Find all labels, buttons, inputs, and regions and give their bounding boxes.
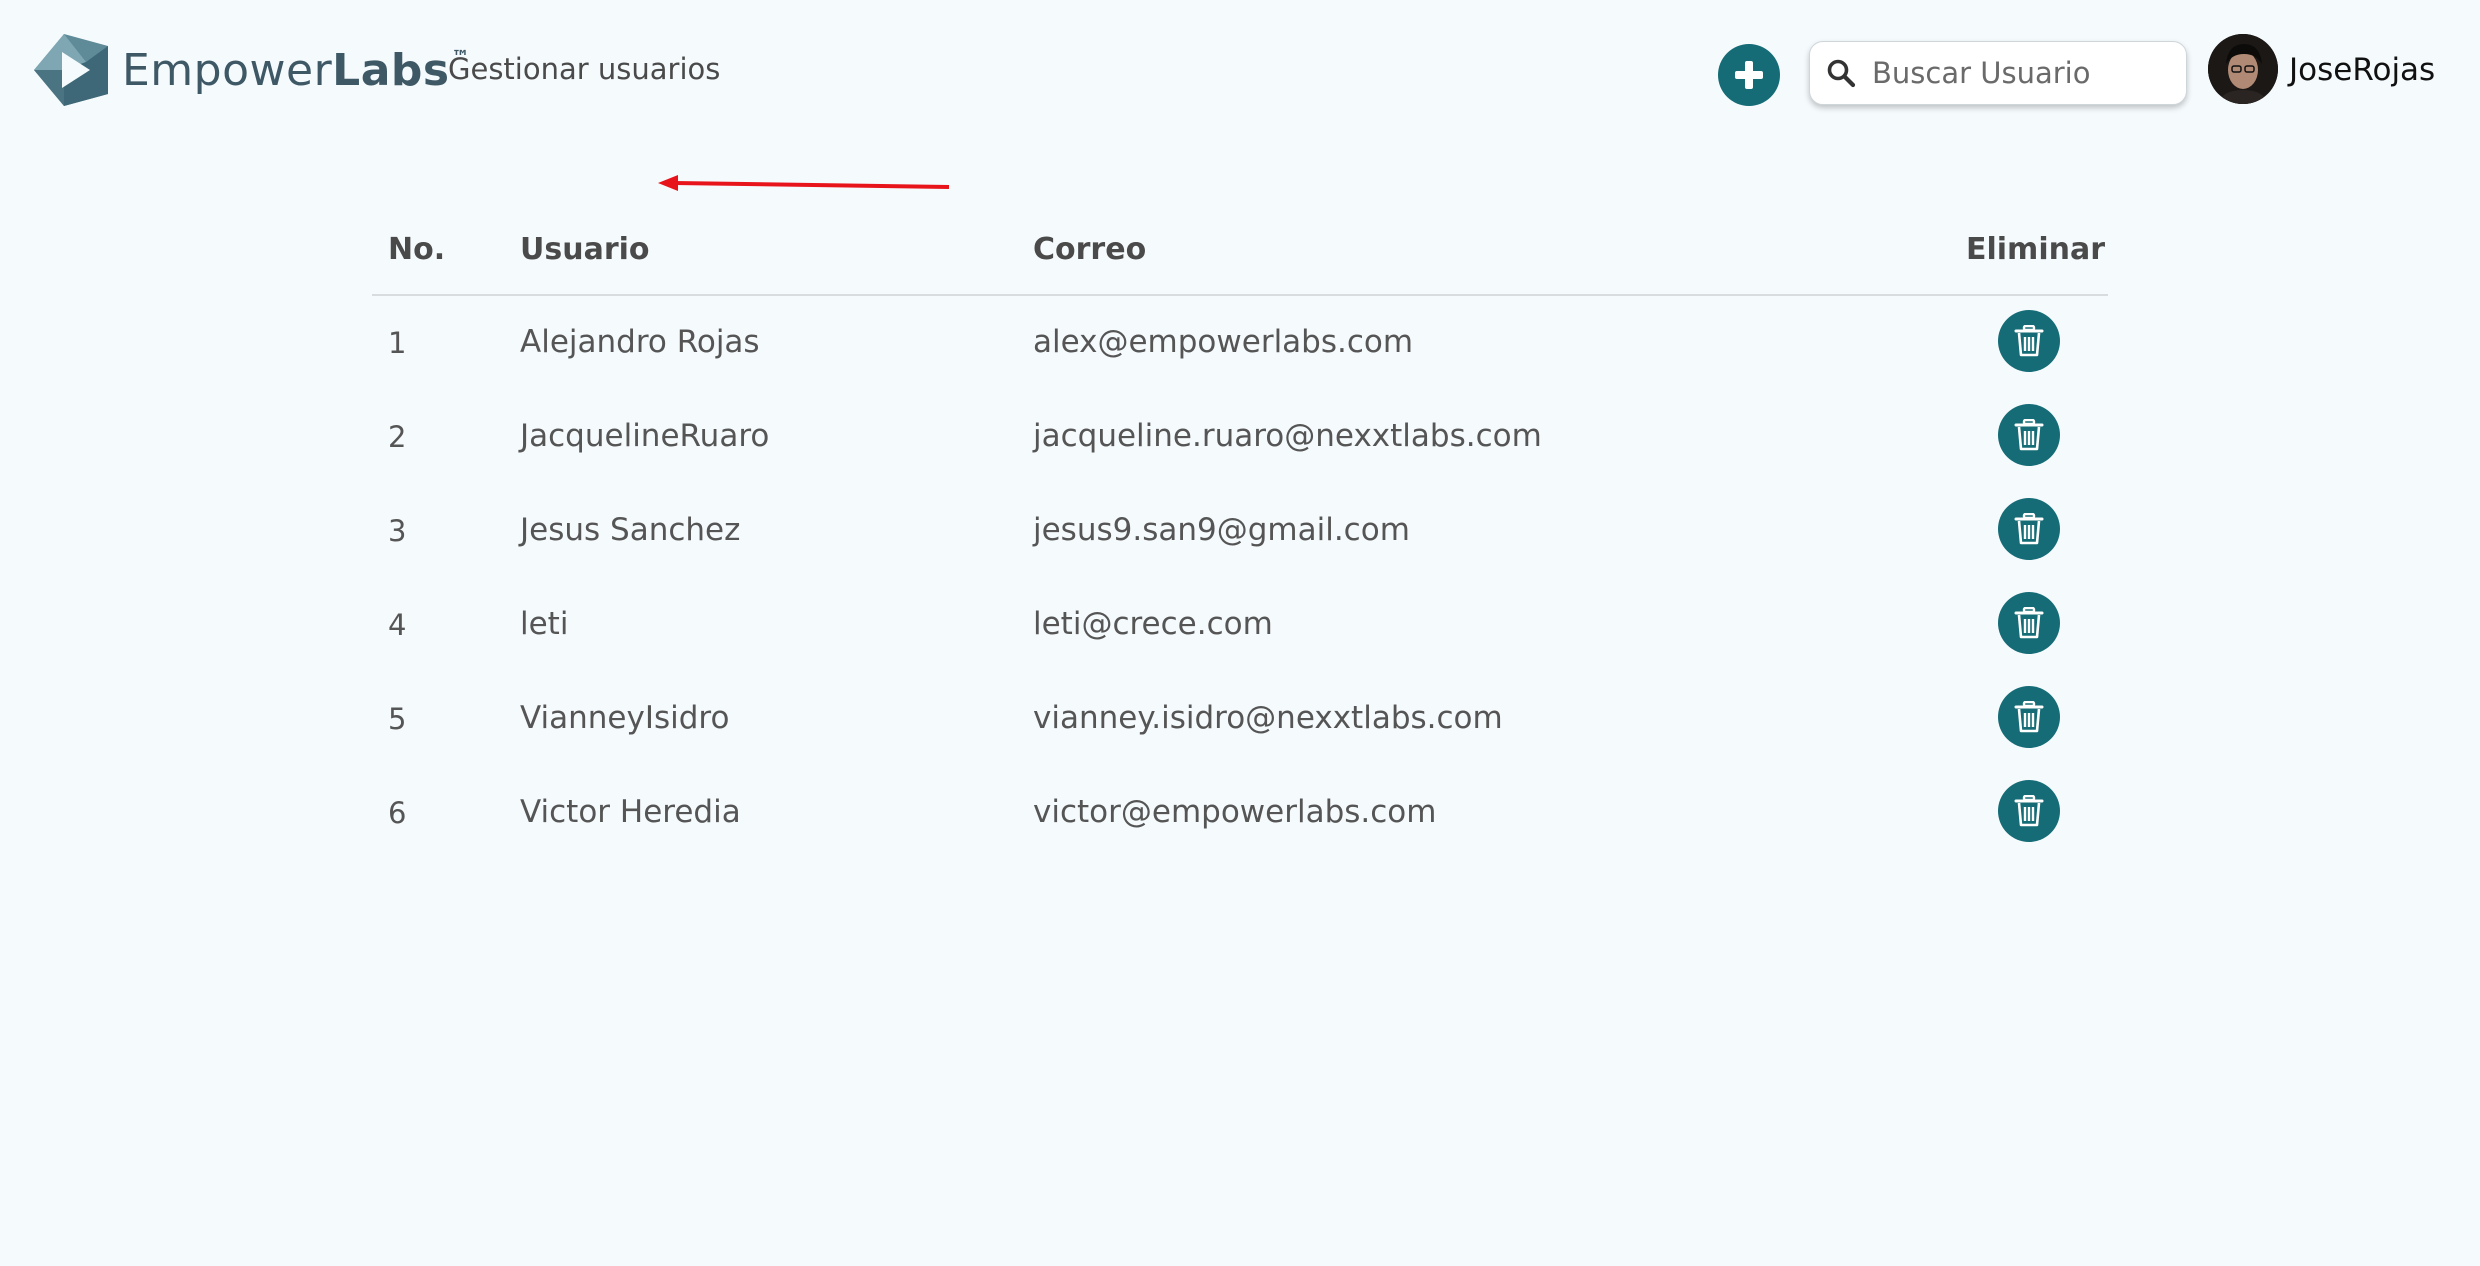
user-avatar[interactable]: [2208, 34, 2278, 104]
row-number: 6: [388, 796, 407, 830]
row-number: 1: [388, 326, 407, 360]
users-table: No. Usuario Correo Eliminar 1 Alejandro …: [372, 222, 2108, 860]
table-row: 2 JacquelineRuaro jacqueline.ruaro@nexxt…: [372, 390, 2108, 484]
delete-user-button[interactable]: [1998, 404, 2060, 466]
row-email: vianney.isidro@nexxtlabs.com: [1033, 700, 1503, 736]
red-arrow-icon: [658, 175, 950, 191]
table-row: 5 VianneyIsidro vianney.isidro@nexxtlabs…: [372, 672, 2108, 766]
table-row: 4 leti leti@crece.com: [372, 578, 2108, 672]
search-icon: [1827, 59, 1856, 88]
search-input[interactable]: [1870, 55, 2170, 91]
empowerlabs-logo-icon: [34, 34, 108, 106]
brand-name: EmpowerLabs ™: [122, 45, 470, 96]
row-user-name: Alejandro Rojas: [520, 324, 760, 360]
column-header-user: Usuario: [520, 232, 650, 267]
delete-user-button[interactable]: [1998, 780, 2060, 842]
annotation-arrow: [640, 160, 960, 210]
add-user-button[interactable]: [1718, 44, 1780, 106]
plus-icon: [1735, 61, 1763, 89]
row-email: jesus9.san9@gmail.com: [1033, 512, 1410, 548]
trash-icon: [2014, 795, 2044, 827]
row-user-name: Jesus Sanchez: [520, 512, 741, 548]
trash-icon: [2014, 325, 2044, 357]
row-number: 2: [388, 420, 407, 454]
row-number: 5: [388, 702, 407, 736]
app-header: EmpowerLabs™ Gestionar usuarios JoseRoja…: [0, 0, 2480, 140]
brand-logo[interactable]: EmpowerLabs ™: [34, 32, 470, 108]
column-header-delete: Eliminar: [1966, 232, 2105, 267]
row-user-name: VianneyIsidro: [520, 700, 730, 736]
page-title: Gestionar usuarios: [448, 52, 721, 86]
delete-user-button[interactable]: [1998, 498, 2060, 560]
table-row: 6 Victor Heredia victor@empowerlabs.com: [372, 766, 2108, 860]
user-name[interactable]: JoseRojas: [2289, 52, 2435, 88]
column-header-email: Correo: [1033, 232, 1147, 267]
delete-user-button[interactable]: [1998, 686, 2060, 748]
brand-name-light: Empower: [122, 44, 333, 96]
column-header-no: No.: [388, 232, 446, 267]
row-number: 4: [388, 608, 407, 642]
delete-user-button[interactable]: [1998, 310, 2060, 372]
trash-icon: [2014, 513, 2044, 545]
brand-name-bold: Labs: [332, 44, 450, 96]
row-user-name: leti: [520, 606, 569, 642]
row-email: jacqueline.ruaro@nexxtlabs.com: [1033, 418, 1542, 454]
search-box[interactable]: [1809, 41, 2187, 105]
delete-user-button[interactable]: [1998, 592, 2060, 654]
row-email: victor@empowerlabs.com: [1033, 794, 1437, 830]
table-row: 1 Alejandro Rojas alex@empowerlabs.com: [372, 296, 2108, 390]
row-user-name: Victor Heredia: [520, 794, 741, 830]
row-email: leti@crece.com: [1033, 606, 1273, 642]
avatar-photo-icon: [2208, 34, 2278, 104]
trash-icon: [2014, 419, 2044, 451]
row-number: 3: [388, 514, 407, 548]
trash-icon: [2014, 701, 2044, 733]
row-user-name: JacquelineRuaro: [520, 418, 770, 454]
table-header: No. Usuario Correo Eliminar: [372, 222, 2108, 296]
row-email: alex@empowerlabs.com: [1033, 324, 1414, 360]
trash-icon: [2014, 607, 2044, 639]
table-row: 3 Jesus Sanchez jesus9.san9@gmail.com: [372, 484, 2108, 578]
